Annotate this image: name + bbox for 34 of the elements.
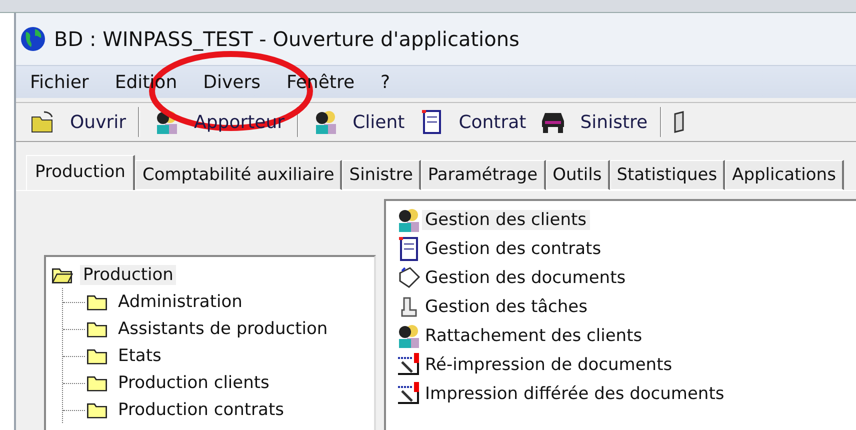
tree-item[interactable]: Production clients	[115, 372, 272, 392]
tab[interactable]: Outils	[546, 160, 610, 190]
window-title: BD : WINPASS_TEST - Ouverture d'applications	[54, 27, 520, 51]
list-item[interactable]: Gestion des documents	[422, 268, 629, 288]
person-icon	[396, 322, 422, 348]
toolbar-button[interactable]: Ouvrir	[64, 112, 132, 132]
tree-item[interactable]: Production	[80, 264, 176, 284]
tab[interactable]: Statistiques	[610, 160, 726, 190]
list-item[interactable]: Gestion des clients	[422, 210, 590, 230]
tab[interactable]: Paramétrage	[420, 160, 546, 190]
list-item[interactable]: Ré-impression de documents	[422, 354, 676, 374]
tab[interactable]: Sinistre	[342, 160, 421, 190]
tab[interactable]: Applications	[725, 160, 844, 190]
tree-item[interactable]: Assistants de production	[115, 318, 331, 338]
menu-item[interactable]: Fichier	[16, 72, 101, 92]
list-item[interactable]: Gestion des contrats	[422, 238, 604, 258]
menu-item[interactable]: Divers	[189, 72, 272, 92]
print-icon	[396, 380, 422, 406]
toolbar-button[interactable]: Contrat	[452, 112, 532, 132]
toolbar-button[interactable]: Sinistre	[574, 112, 654, 132]
print-icon	[396, 352, 422, 378]
tab[interactable]: Production	[26, 155, 136, 190]
toolbar-button[interactable]: Client	[346, 112, 411, 132]
list-item[interactable]: Impression différée des documents	[422, 384, 728, 404]
tab[interactable]: Comptabilité auxiliaire	[135, 160, 342, 190]
tree-item[interactable]: Administration	[115, 292, 246, 312]
tree-item[interactable]: Production contrats	[115, 400, 287, 420]
menu-item[interactable]: ?	[366, 72, 402, 92]
list-item[interactable]: Gestion des tâches	[422, 296, 590, 316]
person-icon	[396, 206, 422, 232]
globe-icon	[20, 26, 46, 52]
tree-item[interactable]: Etats	[115, 346, 164, 366]
list-item[interactable]: Rattachement des clients	[422, 326, 646, 346]
partial-icon	[674, 111, 684, 133]
